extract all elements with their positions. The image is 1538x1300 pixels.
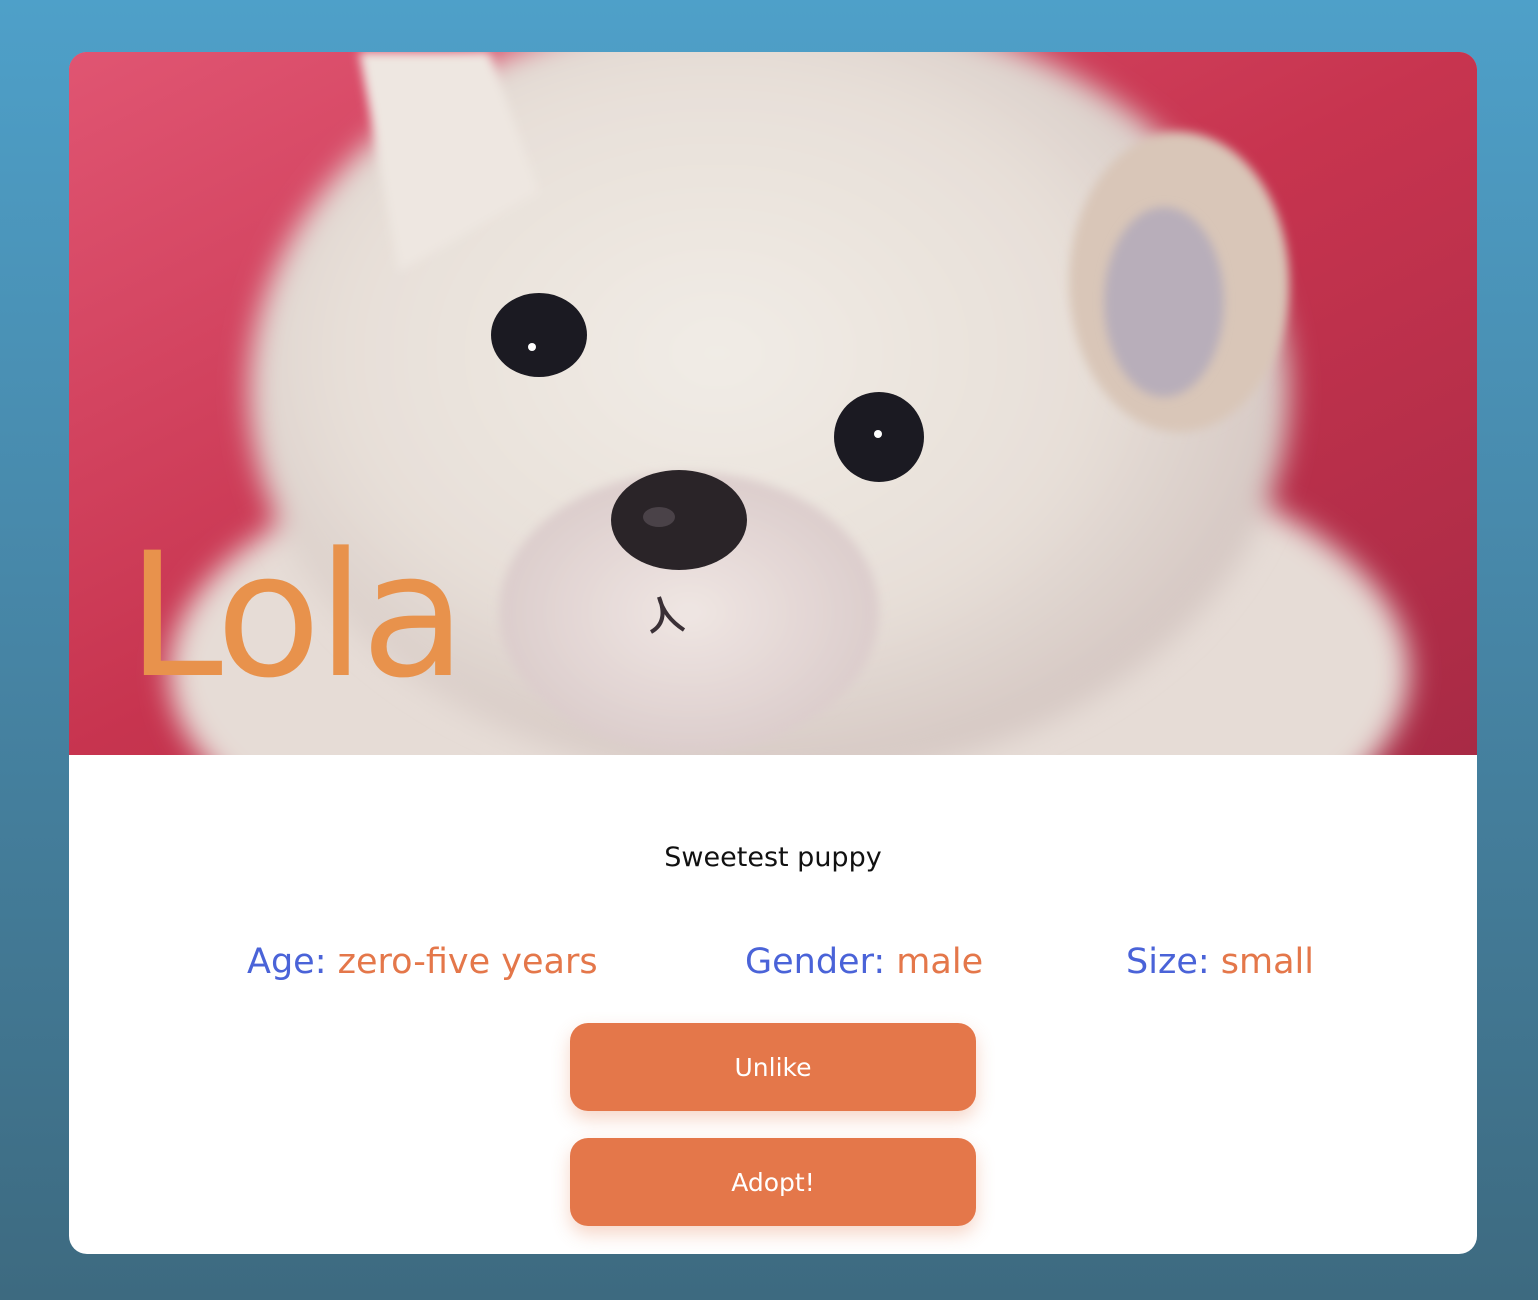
- size-attribute: Size: small: [1126, 942, 1314, 982]
- unlike-button[interactable]: Unlike: [570, 1023, 976, 1111]
- size-label: Size:: [1126, 942, 1210, 982]
- pet-description: Sweetest puppy: [664, 842, 882, 873]
- pet-name-title: Lola: [127, 515, 466, 716]
- gender-value: male: [896, 942, 984, 982]
- pet-card: Lola Sweetest puppy Age: zero-five years…: [69, 52, 1477, 1254]
- age-label: Age:: [247, 942, 327, 982]
- pet-photo: Lola: [69, 52, 1477, 755]
- gender-label: Gender:: [745, 942, 886, 982]
- age-attribute: Age: zero-five years: [247, 942, 598, 982]
- gender-attribute: Gender: male: [745, 942, 983, 982]
- adopt-button[interactable]: Adopt!: [570, 1138, 976, 1226]
- age-value: zero-five years: [337, 942, 598, 982]
- size-value: small: [1220, 942, 1315, 982]
